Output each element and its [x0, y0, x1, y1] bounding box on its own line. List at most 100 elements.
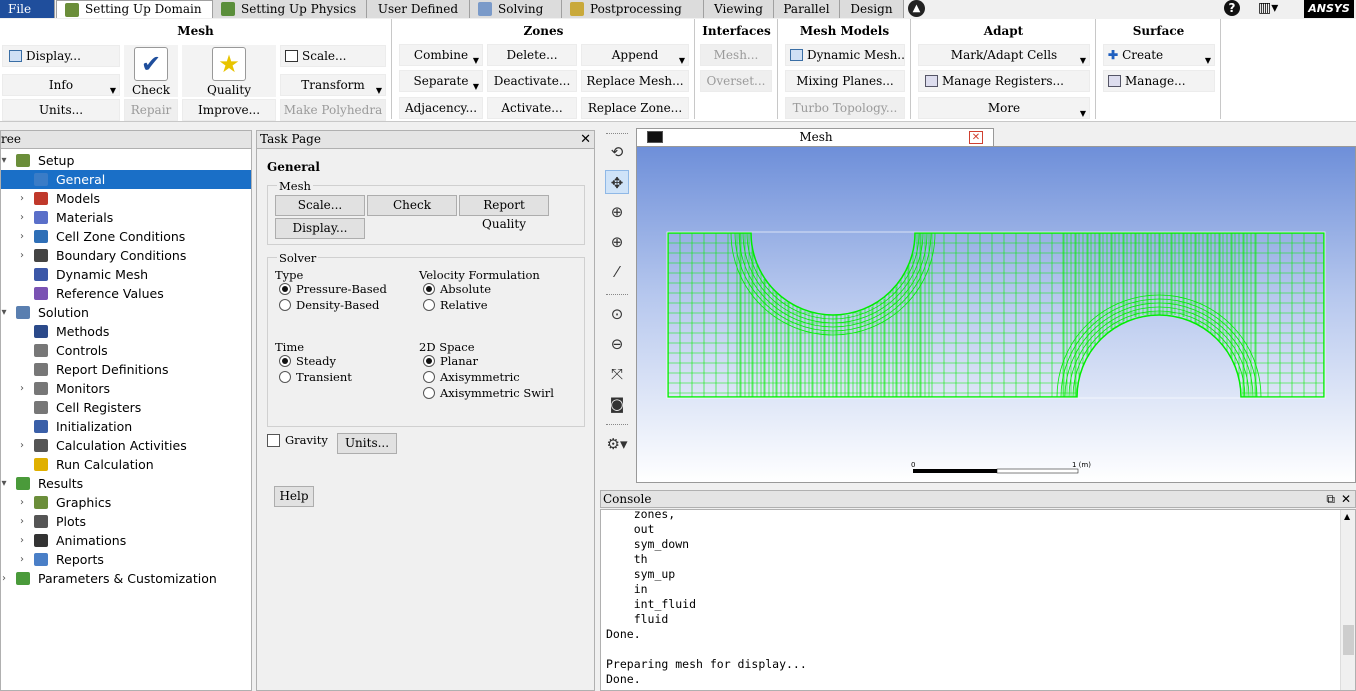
fit-to-window-icon[interactable]: ⊙	[605, 302, 629, 326]
help-button[interactable]: Help	[274, 486, 314, 507]
tab-postprocessing[interactable]: Postprocessing	[562, 0, 704, 18]
expand-toggle-icon[interactable]: ▾	[0, 151, 9, 170]
expand-toggle-icon[interactable]: ›	[17, 246, 27, 265]
expand-toggle-icon[interactable]: ▾	[0, 474, 9, 493]
file-menu[interactable]: File	[0, 0, 55, 18]
close-icon[interactable]: ✕	[1341, 491, 1351, 507]
planar-radio[interactable]	[423, 355, 435, 367]
gravity-checkbox[interactable]	[267, 434, 280, 447]
tab-solving[interactable]: Solving	[470, 0, 562, 18]
tab-viewing[interactable]: Viewing	[704, 0, 774, 18]
mesh-info-button[interactable]: Info ▼	[2, 74, 120, 96]
mesh-scale-button[interactable]: Scale...	[280, 45, 386, 67]
tree-item-dynamic-mesh[interactable]: Dynamic Mesh	[1, 265, 251, 284]
tree-item-methods[interactable]: Methods	[1, 322, 251, 341]
axisymmetric-swirl-radio[interactable]	[423, 387, 435, 399]
mesh-display-button[interactable]: Display...	[2, 45, 120, 67]
tree-item-solution[interactable]: ▾ Solution	[1, 303, 251, 322]
tree-item-results[interactable]: ▾ Results	[1, 474, 251, 493]
expand-toggle-icon[interactable]: ›	[17, 512, 27, 531]
tree-item-models[interactable]: › Models	[1, 189, 251, 208]
zones-activate-button[interactable]: Activate...	[487, 97, 577, 119]
tree-item-boundary-conditions[interactable]: › Boundary Conditions	[1, 246, 251, 265]
mesh-units-button[interactable]: Units...	[2, 99, 120, 121]
tree-item-animations[interactable]: › Animations	[1, 531, 251, 550]
tree-item-plots[interactable]: › Plots	[1, 512, 251, 531]
tree-item-report-definitions[interactable]: Report Definitions	[1, 360, 251, 379]
expand-toggle-icon[interactable]: ›	[17, 208, 27, 227]
turbo-topology-button[interactable]: Turbo Topology...	[785, 97, 905, 119]
task-scale-button[interactable]: Scale...	[275, 195, 365, 216]
expand-toggle-icon[interactable]: ›	[17, 227, 27, 246]
console-output[interactable]: zones, out sym_down th sym_up in int_flu…	[600, 509, 1356, 691]
pan-icon[interactable]: ✥	[605, 170, 629, 194]
tab-user-defined[interactable]: User Defined	[367, 0, 470, 18]
expand-toggle-icon[interactable]: ▾	[0, 303, 9, 322]
transient-radio[interactable]	[279, 371, 291, 383]
camera-icon[interactable]: ◙	[605, 392, 629, 416]
tree-item-controls[interactable]: Controls	[1, 341, 251, 360]
tree-item-graphics[interactable]: › Graphics	[1, 493, 251, 512]
graphics-tab-mesh[interactable]: Mesh ✕	[636, 128, 994, 146]
density-based-radio[interactable]	[279, 299, 291, 311]
expand-toggle-icon[interactable]: ›	[17, 379, 27, 398]
zones-replace-mesh-button[interactable]: Replace Mesh...	[581, 70, 689, 92]
zoom-in-icon[interactable]: ⊕	[605, 200, 629, 224]
close-icon[interactable]: ✕	[969, 131, 983, 144]
expand-toggle-icon[interactable]: ›	[17, 189, 27, 208]
scroll-up-icon[interactable]: ▲	[1344, 512, 1350, 521]
zones-append-button[interactable]: Append ▼	[581, 44, 689, 66]
console-scrollbar[interactable]: ▲	[1340, 510, 1355, 690]
mixing-planes-button[interactable]: Mixing Planes...	[785, 70, 905, 92]
tab-setting-up-domain[interactable]: Setting Up Domain	[56, 0, 213, 18]
tab-setting-up-physics[interactable]: Setting Up Physics	[213, 0, 367, 18]
tree-item-parameters-customization[interactable]: › Parameters & Customization	[1, 569, 251, 588]
tree-item-calculation-activities[interactable]: › Calculation Activities	[1, 436, 251, 455]
zoom-icon[interactable]: ⊕	[605, 230, 629, 254]
tree-item-general[interactable]: General	[1, 170, 251, 189]
tab-design[interactable]: Design	[840, 0, 904, 18]
tree-item-setup[interactable]: ▾ Setup	[1, 151, 251, 170]
tree-item-cell-registers[interactable]: Cell Registers	[1, 398, 251, 417]
restore-icon[interactable]: ⧉	[1326, 491, 1335, 507]
zones-delete-button[interactable]: Delete...	[487, 44, 577, 66]
view-options-icon[interactable]: ⚙▾	[605, 432, 629, 456]
task-display-button[interactable]: Display...	[275, 218, 365, 239]
manage-registers-button[interactable]: Manage Registers...	[918, 70, 1090, 92]
tree-item-cell-zone-conditions[interactable]: › Cell Zone Conditions	[1, 227, 251, 246]
dynamic-mesh-button[interactable]: Dynamic Mesh...	[785, 44, 905, 66]
isometric-view-icon[interactable]: ⤧	[605, 362, 629, 386]
interfaces-mesh-button[interactable]: Mesh...	[700, 44, 772, 66]
mesh-transform-button[interactable]: Transform ▼	[280, 74, 386, 96]
zones-separate-button[interactable]: Separate ▼	[399, 70, 483, 92]
surface-create-button[interactable]: ✚ Create ▼	[1103, 44, 1215, 66]
steady-radio[interactable]	[279, 355, 291, 367]
tab-parallel[interactable]: Parallel	[774, 0, 840, 18]
expand-toggle-icon[interactable]: ›	[17, 436, 27, 455]
tree-item-reports[interactable]: › Reports	[1, 550, 251, 569]
expand-toggle-icon[interactable]: ›	[17, 531, 27, 550]
tree-item-initialization[interactable]: Initialization	[1, 417, 251, 436]
mesh-quality-button[interactable]: ★ Quality	[182, 45, 276, 97]
rotate-icon[interactable]: ⟲	[605, 140, 629, 164]
zones-replace-zone-button[interactable]: Replace Zone...	[581, 97, 689, 119]
expand-toggle-icon[interactable]: ›	[0, 569, 9, 588]
help-icon[interactable]: ?	[1224, 0, 1240, 16]
mesh-check-button[interactable]: ✔ Check	[124, 45, 178, 97]
probe-icon[interactable]: ⁄	[605, 260, 629, 284]
console-scroll-thumb[interactable]	[1343, 625, 1354, 655]
task-check-button[interactable]: Check	[367, 195, 457, 216]
close-icon[interactable]: ✕	[580, 131, 591, 148]
adapt-more-button[interactable]: More ▼	[918, 97, 1090, 119]
expand-toggle-icon[interactable]: ›	[17, 550, 27, 569]
mesh-repair-button[interactable]: Repair	[124, 99, 178, 121]
zones-combine-button[interactable]: Combine ▼	[399, 44, 483, 66]
pressure-based-radio[interactable]	[279, 283, 291, 295]
tree-item-monitors[interactable]: › Monitors	[1, 379, 251, 398]
tree-item-materials[interactable]: › Materials	[1, 208, 251, 227]
zones-deactivate-button[interactable]: Deactivate...	[487, 70, 577, 92]
absolute-radio[interactable]	[423, 283, 435, 295]
graphics-viewport[interactable]: 0 1 (m)	[636, 146, 1356, 483]
zoom-out-icon[interactable]: ⊖	[605, 332, 629, 356]
make-polyhedra-button[interactable]: Make Polyhedra	[280, 99, 386, 121]
